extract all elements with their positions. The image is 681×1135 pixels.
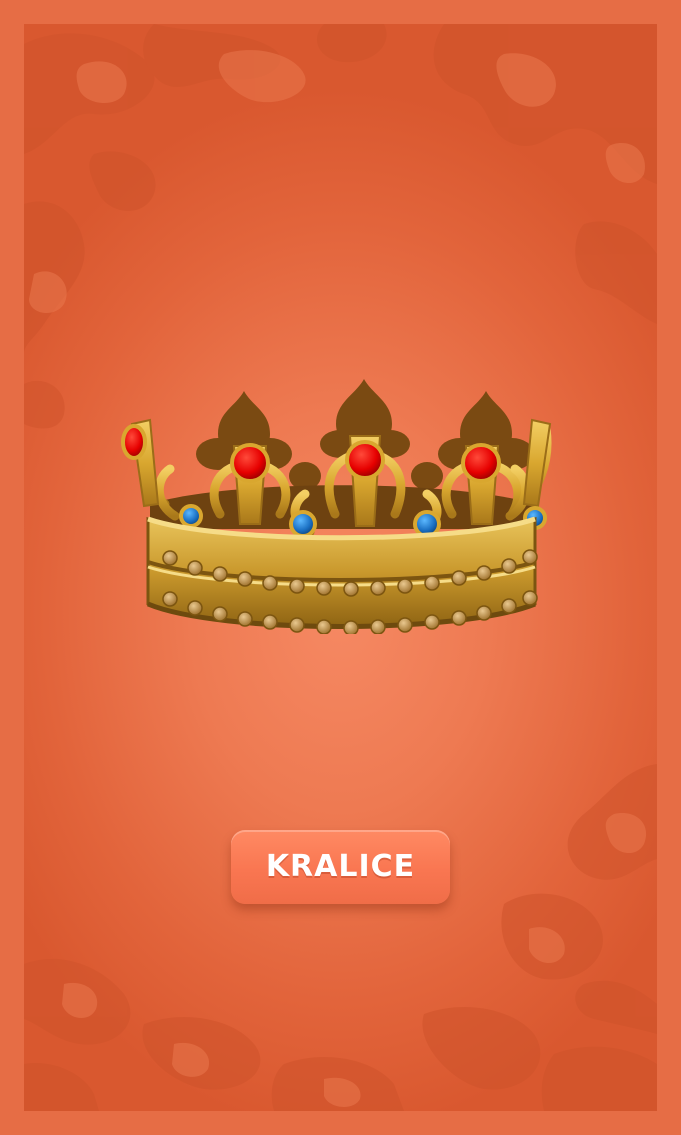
screen-frame: KRALICE: [0, 0, 681, 1135]
kralice-button-label: KRALICE: [265, 849, 416, 884]
kralice-button[interactable]: KRALICE: [231, 830, 450, 904]
crown-icon: [121, 379, 552, 634]
card-panel: KRALICE: [24, 24, 657, 1111]
